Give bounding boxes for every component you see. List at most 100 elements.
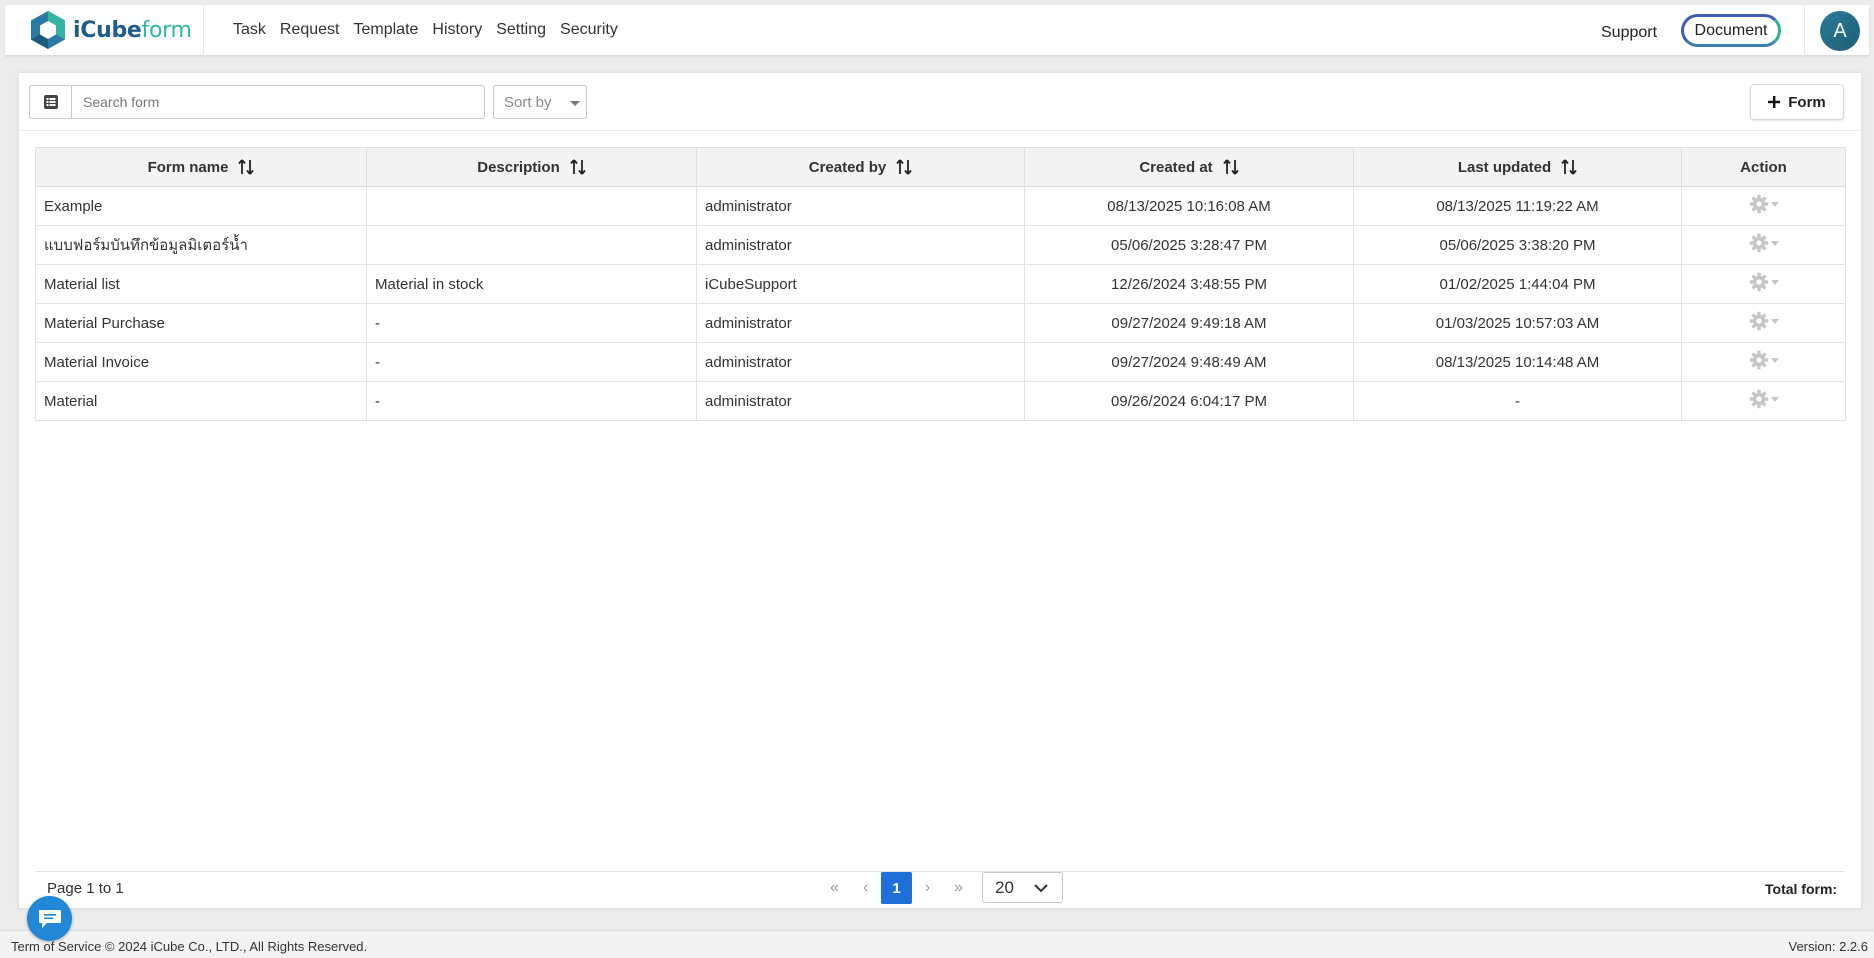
row-action-menu[interactable] [1749,233,1779,253]
table-row[interactable]: Example administrator 08/13/2025 10:16:08 … [35,186,1846,226]
gear-icon [1749,194,1768,214]
table-body: Example administrator 08/13/2025 10:16:08 … [35,186,1846,421]
cell-created-by: iCubeSupport [696,264,1025,304]
nav-template[interactable]: Template [354,21,419,39]
gear-icon [1749,311,1768,331]
toolbar: Sort by Form [19,73,1861,131]
pagination: « ‹ 1 › » [819,872,974,904]
chat-icon [38,909,61,928]
cell-last-updated: - [1353,381,1682,421]
cell-action [1681,303,1846,343]
gear-icon [1749,233,1768,253]
total-form-label: Total form: [1765,881,1838,897]
sort-icon [1222,159,1239,175]
cell-last-updated: 08/13/2025 10:14:48 AM [1353,342,1682,382]
cell-created-by: administrator [696,342,1025,382]
row-action-menu[interactable] [1749,311,1779,331]
page-size-value: 20 [995,877,1014,897]
last-page-button[interactable]: » [943,872,974,904]
cell-form-name[interactable]: แบบฟอร์มบันทึกข้อมูลมิเตอร์น้ำ [35,225,367,265]
sort-by-label: Sort by [504,93,552,111]
nav-divider [203,5,204,56]
add-form-label: Form [1788,93,1826,111]
brand-logo[interactable]: iCubeform [29,10,192,50]
cell-form-name[interactable]: Material Invoice [35,342,367,382]
column-header-last-updated[interactable]: Last updated [1353,147,1682,187]
prev-page-button[interactable]: ‹ [850,872,881,904]
cell-form-name[interactable]: Example [35,186,367,226]
column-header-created-at[interactable]: Created at [1024,147,1354,187]
support-link[interactable]: Support [1601,24,1657,42]
row-action-menu[interactable] [1749,272,1779,292]
column-header-form-name[interactable]: Form name [35,147,367,187]
sort-icon [238,159,255,175]
cell-last-updated: 08/13/2025 11:19:22 AM [1353,186,1682,226]
cell-last-updated: 01/02/2025 1:44:04 PM [1353,264,1682,304]
table-row[interactable]: แบบฟอร์มบันทึกข้อมูลมิเตอร์น้ำ administra… [35,225,1846,265]
table-row[interactable]: Material Purchase - administrator 09/27/202… [35,303,1846,343]
cell-form-name[interactable]: Material [35,381,367,421]
nav-security[interactable]: Security [560,21,618,39]
column-header-action: Action [1681,147,1846,187]
column-header-description[interactable]: Description [366,147,697,187]
cell-action [1681,264,1846,304]
cell-form-name[interactable]: Material Purchase [35,303,367,343]
form-list-panel: Sort by Form Form name Description [18,72,1862,909]
cell-created-at: 09/27/2024 9:48:49 AM [1024,342,1354,382]
header-divider [1804,5,1805,56]
user-avatar[interactable]: A [1820,11,1860,51]
table-row[interactable]: Material - administrator 09/26/2024 6:04:17… [35,381,1846,421]
sort-icon [1561,159,1577,175]
app-root: iCubeform Task Request Template History … [0,0,1874,958]
sort-icon [896,159,912,175]
cell-description: - [366,342,697,382]
table-row[interactable]: Material Invoice - administrator 09/27/2024… [35,342,1846,382]
footer-version: Version: 2.2.6 [1788,939,1869,954]
footer-copyright[interactable]: Term of Service © 2024 iCube Co., LTD., … [11,939,367,954]
search-input[interactable] [71,85,485,119]
first-page-button[interactable]: « [819,872,850,904]
list-icon [43,95,58,109]
cell-description [366,186,697,226]
sort-icon [570,159,586,175]
table-row[interactable]: Material list Material in stock iCubeSuppo… [35,264,1846,304]
nav-task[interactable]: Task [233,21,266,39]
cell-created-by: administrator [696,186,1025,226]
cell-created-by: administrator [696,225,1025,265]
forms-table: Form name Description Created by Created… [35,147,1846,421]
nav-request[interactable]: Request [280,21,340,39]
cell-action [1681,381,1846,421]
caret-down-icon [1770,357,1779,363]
row-action-menu[interactable] [1749,389,1779,409]
add-form-button[interactable]: Form [1750,84,1844,120]
main-nav: Task Request Template History Setting Se… [233,21,618,39]
column-header-created-by[interactable]: Created by [696,147,1025,187]
cell-created-at: 09/26/2024 6:04:17 PM [1024,381,1354,421]
table-header-row: Form name Description Created by Created… [35,147,1846,187]
cell-created-at: 09/27/2024 9:49:18 AM [1024,303,1354,343]
caret-down-icon [1770,201,1779,207]
gear-icon [1749,350,1768,370]
cell-description: - [366,303,697,343]
gear-icon [1749,389,1768,409]
page-button-1[interactable]: 1 [881,872,912,904]
brand-name: iCubeform [73,17,192,43]
document-button[interactable]: Document [1681,14,1781,47]
cell-action [1681,342,1846,382]
caret-down-icon [1770,396,1779,402]
caret-down-icon [570,101,580,106]
caret-down-icon [1770,318,1779,324]
cell-action [1681,186,1846,226]
sort-by-select[interactable]: Sort by [493,85,587,119]
nav-setting[interactable]: Setting [496,21,546,39]
cell-description: Material in stock [366,264,697,304]
row-action-menu[interactable] [1749,194,1779,214]
plus-icon [1768,96,1781,108]
next-page-button[interactable]: › [912,872,943,904]
chat-button[interactable] [27,896,72,941]
cell-form-name[interactable]: Material list [35,264,367,304]
page-size-select[interactable]: 20 [982,872,1063,903]
list-view-button[interactable] [29,85,71,119]
nav-history[interactable]: History [432,21,482,39]
row-action-menu[interactable] [1749,350,1779,370]
